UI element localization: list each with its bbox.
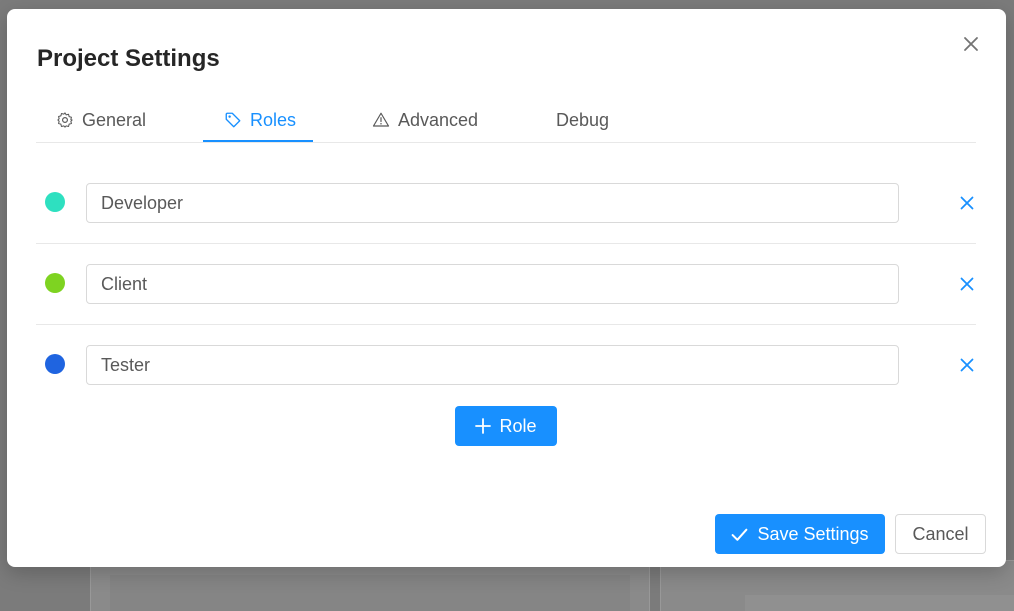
role-color-dot[interactable] xyxy=(45,273,65,293)
remove-role-button[interactable] xyxy=(958,194,976,212)
gear-icon xyxy=(57,112,73,128)
role-name-input[interactable] xyxy=(86,345,899,385)
tab-debug[interactable]: Debug xyxy=(556,97,609,143)
check-icon xyxy=(732,528,748,541)
remove-role-button[interactable] xyxy=(958,356,976,374)
tab-roles[interactable]: Roles xyxy=(224,97,296,143)
role-row xyxy=(36,325,976,406)
close-icon xyxy=(960,196,974,210)
active-tab-indicator xyxy=(203,140,313,142)
tag-icon xyxy=(225,112,241,128)
background-panel xyxy=(745,595,1014,611)
save-settings-button[interactable]: Save Settings xyxy=(715,514,885,554)
warning-icon xyxy=(372,112,390,127)
tab-advanced[interactable]: Advanced xyxy=(372,97,478,143)
dialog-title: Project Settings xyxy=(37,45,220,72)
background-panel xyxy=(110,575,630,611)
tab-roles-label: Roles xyxy=(250,109,297,130)
add-role-label: Role xyxy=(499,415,537,436)
tab-general-label: General xyxy=(82,109,147,130)
role-color-dot[interactable] xyxy=(45,354,65,374)
role-row xyxy=(36,244,976,325)
role-name-input[interactable] xyxy=(86,264,899,304)
close-icon xyxy=(960,358,974,372)
project-settings-dialog: Project Settings General Roles Advanced … xyxy=(7,9,1006,567)
tab-debug-label: Debug xyxy=(556,109,610,130)
close-button[interactable] xyxy=(960,33,982,55)
cancel-button[interactable]: Cancel xyxy=(895,514,986,554)
settings-tabs: General Roles Advanced Debug xyxy=(36,97,976,143)
close-icon xyxy=(960,277,974,291)
role-row xyxy=(36,163,976,244)
role-color-dot[interactable] xyxy=(45,192,65,212)
tab-advanced-label: Advanced xyxy=(398,109,479,130)
role-name-input[interactable] xyxy=(86,183,899,223)
close-icon xyxy=(964,37,978,51)
plus-icon xyxy=(475,418,492,434)
add-role-button[interactable]: Role xyxy=(455,406,557,446)
save-settings-label: Save Settings xyxy=(757,523,869,544)
remove-role-button[interactable] xyxy=(958,275,976,293)
tab-general[interactable]: General xyxy=(56,97,146,143)
